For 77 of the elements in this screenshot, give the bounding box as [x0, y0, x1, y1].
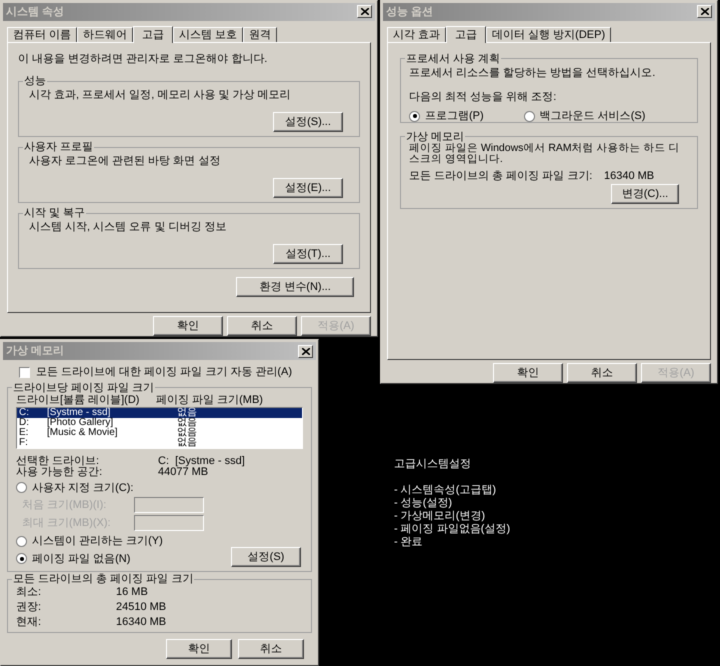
- tab[interactable]: 컴퓨터 이름: [7, 26, 78, 42]
- checkbox[interactable]: [19, 366, 30, 378]
- dialog-button[interactable]: 환경 변수(N)...: [236, 277, 354, 298]
- close-button[interactable]: [298, 344, 313, 358]
- group-title: 가상 메모리: [405, 130, 464, 143]
- note-item: - 성능(설정): [394, 497, 454, 510]
- dialog-button[interactable]: 취소: [567, 363, 637, 383]
- close-icon: [302, 348, 310, 354]
- info-label: 사용 가능한 공간:: [16, 466, 104, 478]
- group-title: 성능: [23, 75, 47, 88]
- total-value: 16340 MB: [604, 168, 654, 184]
- total-label: 최소:: [16, 585, 42, 600]
- group-text: 페이징 파일은 Windows에서 RAM처럼 사용하는 하드 디스크의 영역입니다.: [409, 142, 680, 165]
- note-item: - 완료: [394, 536, 424, 549]
- tab[interactable]: 고급: [133, 26, 174, 43]
- close-icon: [700, 8, 708, 16]
- group-title: 시작 및 복구: [23, 207, 86, 220]
- window-title: 성능 옵션: [386, 4, 434, 20]
- drive-row[interactable]: F: 없음: [17, 438, 302, 448]
- radio-button[interactable]: [16, 553, 27, 564]
- adjust-label: 다음의 최적 성능을 위해 조정:: [409, 90, 558, 106]
- radio-label: 페이징 파일 없음(N): [32, 552, 130, 566]
- dialog-button[interactable]: 설정(S)...: [273, 112, 343, 132]
- group-title: 프로세서 사용 계획: [405, 52, 502, 65]
- column-header: 페이징 파일 크기(MB): [156, 394, 263, 406]
- total-value: 24510 MB: [116, 600, 166, 615]
- group-text: 프로세서 리소스를 할당하는 방법을 선택하십시오.: [409, 66, 656, 81]
- total-label: 권장:: [16, 600, 42, 615]
- group-title: 사용자 프로필: [23, 141, 94, 154]
- radio-label: 시스템이 관리하는 크기(Y): [32, 534, 163, 549]
- dialog-button[interactable]: 설정(S): [231, 547, 301, 567]
- total-label: 현재:: [16, 615, 42, 630]
- dialog-button[interactable]: 취소: [227, 316, 297, 336]
- radio-button[interactable]: [524, 110, 535, 122]
- group-title: 모든 드라이브의 총 페이징 파일 크기: [12, 573, 194, 585]
- dialog-button[interactable]: 확인: [153, 316, 223, 336]
- note-title: 고급시스템설정: [394, 458, 472, 471]
- close-button[interactable]: [697, 5, 712, 18]
- info-value: 44077 MB: [158, 466, 208, 478]
- column-header: 드라이브[볼륨 레이블](D): [16, 394, 140, 406]
- dialog-button[interactable]: 설정(E)...: [273, 178, 343, 198]
- radio-label: 백그라운드 서비스(S): [540, 108, 646, 124]
- total-value: 16 MB: [116, 585, 148, 600]
- note-item: - 페이징 파일없음(설정): [394, 523, 510, 536]
- drive-row[interactable]: C: [Systme - ssd] 없음: [17, 408, 302, 418]
- tab[interactable]: 데이터 실행 방지(DEP): [486, 26, 612, 42]
- note-item: - 시스템속성(고급탭): [394, 484, 498, 497]
- tab[interactable]: 고급: [446, 26, 486, 43]
- total-value: 16340 MB: [116, 615, 166, 630]
- dialog-button[interactable]: 취소: [238, 639, 304, 659]
- info-label: 선택한 드라이브:: [16, 456, 100, 466]
- window-title: 시스템 속성: [6, 4, 64, 20]
- group-text: 사용자 로그온에 관련된 바탕 화면 설정: [29, 154, 222, 170]
- radio-button[interactable]: [16, 536, 27, 547]
- info-value: C: [Systme - ssd]: [158, 456, 245, 466]
- note-item: - 가상메모리(변경): [394, 510, 486, 523]
- group-text: 시각 효과, 프로세서 일정, 메모리 사용 및 가상 메모리: [29, 88, 292, 104]
- close-icon: [360, 8, 368, 16]
- group-text: 시스템 시작, 시스템 오류 및 디버깅 정보: [29, 220, 228, 236]
- tab[interactable]: 원격: [243, 26, 278, 42]
- dialog-button[interactable]: 확인: [493, 363, 563, 383]
- dialog-button[interactable]: 변경(C)...: [611, 184, 679, 204]
- radio-label: 프로그램(P): [425, 108, 484, 124]
- tab[interactable]: 시스템 보호: [173, 26, 244, 42]
- window-title: 가상 메모리: [6, 344, 64, 359]
- drive-row[interactable]: D: [Photo Gallery] 없음: [17, 418, 302, 428]
- drive-row[interactable]: E: [Music & Movie] 없음: [17, 428, 302, 438]
- dialog-button[interactable]: 확인: [166, 639, 232, 659]
- group-title: 드라이브당 페이징 파일 크기: [12, 382, 156, 394]
- radio-button[interactable]: [16, 482, 27, 494]
- dialog-button[interactable]: 설정(T)...: [273, 244, 343, 264]
- radio-label: 사용자 지정 크기(C):: [32, 480, 134, 496]
- close-button[interactable]: [357, 5, 372, 18]
- notice-text: 이 내용을 변경하려면 관리자로 로그온해야 합니다.: [18, 52, 268, 67]
- total-label: 모든 드라이브의 총 페이징 파일 크기:: [409, 168, 594, 184]
- checkbox-label: 모든 드라이브에 대한 페이징 파일 크기 자동 관리(A): [36, 365, 292, 380]
- radio-button[interactable]: [409, 110, 420, 122]
